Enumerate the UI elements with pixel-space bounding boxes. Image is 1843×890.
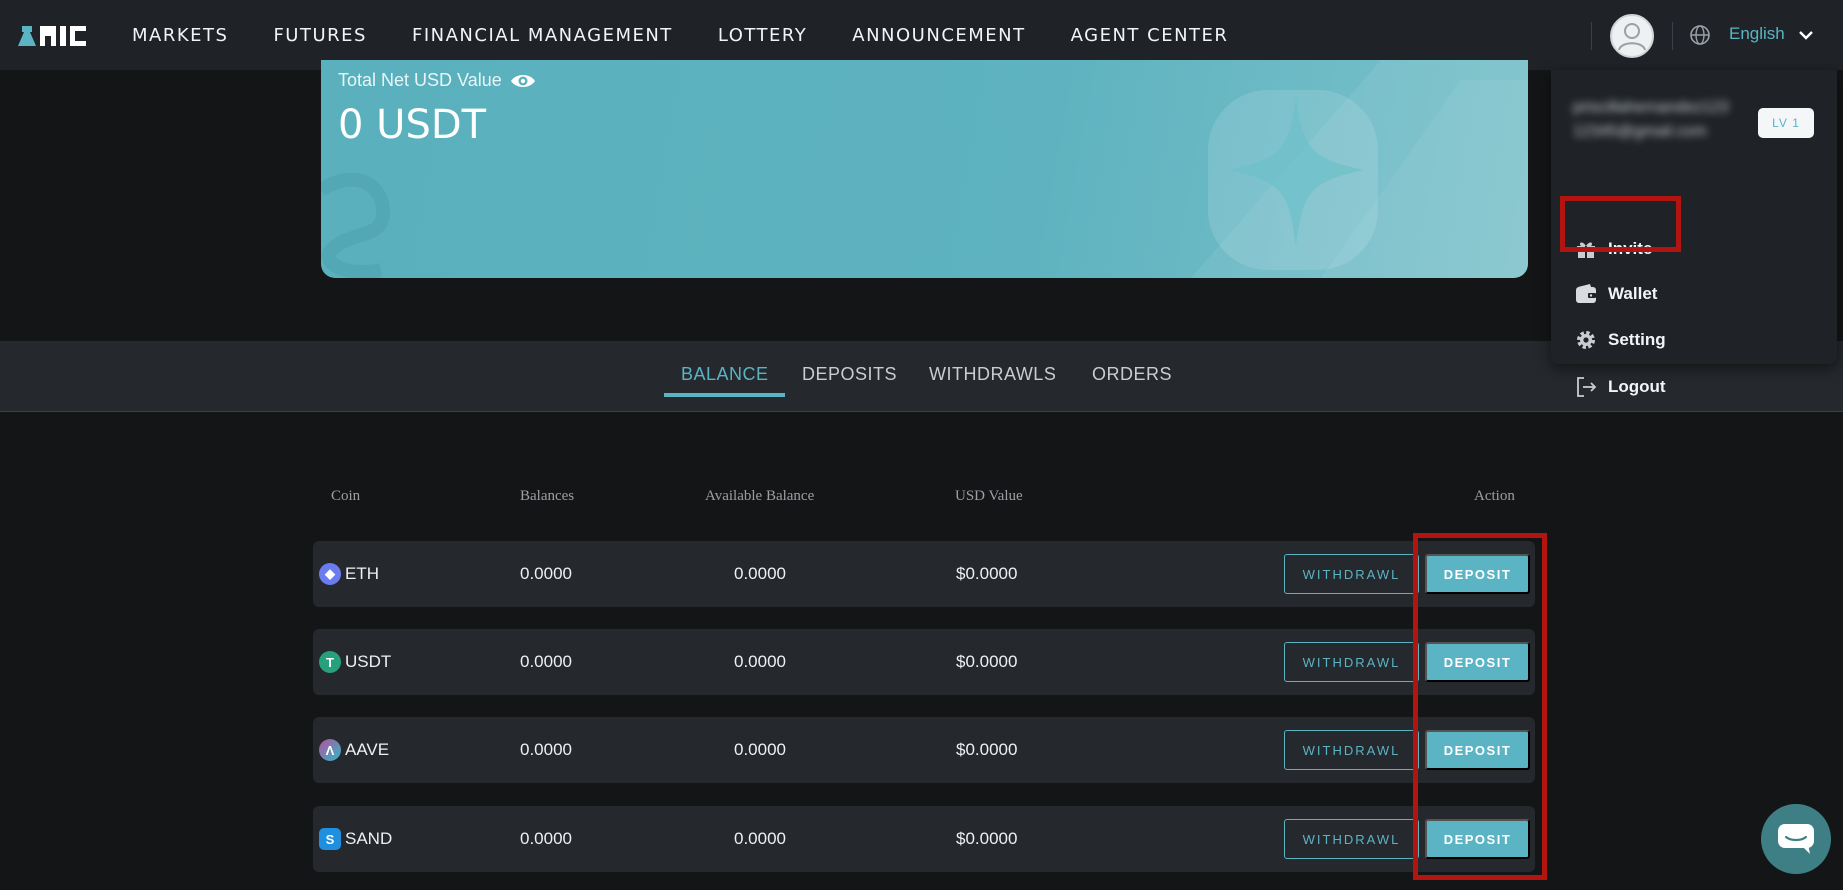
usd-value-cell: $0.0000 [956, 652, 1018, 671]
tab-balance[interactable]: BALANCE [681, 364, 769, 385]
table-row: T USDT 0.0000 0.0000 $0.0000 WITHDRAWL D… [313, 629, 1535, 695]
eye-icon[interactable] [510, 72, 536, 90]
user-email: priscillahernandez123 12345@gmail.com [1573, 96, 1729, 144]
tab-withdrawls[interactable]: WITHDRAWLS [929, 364, 1056, 385]
avatar[interactable] [1610, 14, 1654, 58]
gear-icon [1577, 331, 1595, 349]
menu-item-label: Logout [1608, 377, 1666, 396]
user-icon [1618, 23, 1646, 51]
coin-name: AAVE [345, 740, 390, 759]
menu-item-wallet[interactable]: Wallet [1574, 279, 1657, 309]
wallet-highlight [1560, 196, 1681, 252]
nav-markets[interactable]: MARKETS [132, 25, 228, 46]
nav-lottery[interactable]: LOTTERY [718, 25, 807, 46]
total-value-label: Total Net USD Value [338, 70, 536, 91]
menu-item-logout[interactable]: Logout [1574, 372, 1666, 402]
level-badge: LV 1 [1758, 108, 1814, 138]
header-coin: Coin [331, 488, 361, 504]
available-balance-cell: 0.0000 [734, 829, 786, 848]
menu-item-label: Setting [1608, 330, 1666, 349]
header-action: Action [1474, 488, 1515, 504]
menu-item-label: Wallet [1608, 284, 1658, 303]
tab-orders[interactable]: ORDERS [1092, 364, 1172, 385]
coin-cell: T USDT [319, 629, 391, 695]
balance-cell: 0.0000 [520, 652, 572, 671]
logo[interactable] [16, 22, 96, 48]
table-row: Λ AAVE 0.0000 0.0000 $0.0000 WITHDRAWL D… [313, 717, 1535, 783]
nav-divider [1591, 22, 1592, 50]
header-usd-value: USD Value [955, 488, 1023, 504]
available-balance-cell: 0.0000 [734, 564, 786, 583]
active-tab-indicator [664, 393, 785, 397]
nav-divider [1672, 22, 1673, 50]
nav-financial-management[interactable]: FINANCIAL MANAGEMENT [412, 25, 673, 46]
table-row: ◆ ETH 0.0000 0.0000 $0.0000 WITHDRAWL DE… [313, 541, 1535, 607]
nav-agent-center[interactable]: AGENT CENTER [1071, 25, 1229, 46]
header-balances: Balances [520, 488, 575, 504]
coin-cell: Λ AAVE [319, 717, 389, 783]
coin-cell: S SAND [319, 806, 392, 872]
tab-deposits[interactable]: DEPOSITS [802, 364, 897, 385]
withdraw-button[interactable]: WITHDRAWL [1284, 819, 1419, 859]
globe-icon[interactable] [1689, 24, 1711, 46]
nav-announcement[interactable]: ANNOUNCEMENT [852, 25, 1025, 46]
wallet-icon [1576, 284, 1596, 303]
user-email-line: 12345@gmail.com [1573, 123, 1707, 140]
deposit-column-highlight [1413, 533, 1547, 880]
sandbox-icon: S [319, 828, 341, 850]
total-value-title: Total Net USD Value [338, 70, 502, 90]
available-balance-cell: 0.0000 [734, 740, 786, 759]
coin-name: SAND [345, 829, 393, 848]
tether-icon: T [319, 651, 341, 673]
aave-icon: Λ [319, 739, 341, 761]
header-available-balance: Available Balance [705, 488, 815, 504]
balance-cell: 0.0000 [520, 564, 572, 583]
user-email-line: priscillahernandez123 [1573, 99, 1729, 116]
total-value-amount: 0 USDT [338, 102, 487, 148]
coin-cell: ◆ ETH [319, 541, 379, 607]
card-decoration [321, 60, 1528, 278]
logout-icon [1577, 377, 1597, 397]
chat-button[interactable] [1761, 804, 1831, 874]
ethereum-icon: ◆ [319, 563, 341, 585]
available-balance-cell: 0.0000 [734, 652, 786, 671]
chevron-down-icon[interactable] [1797, 26, 1815, 44]
language-selector[interactable]: English [1729, 24, 1785, 44]
menu-item-setting[interactable]: Setting [1574, 325, 1666, 355]
usd-value-cell: $0.0000 [956, 740, 1018, 759]
balance-cell: 0.0000 [520, 740, 572, 759]
coin-name: ETH [345, 564, 379, 583]
withdraw-button[interactable]: WITHDRAWL [1284, 642, 1419, 682]
table-row: S SAND 0.0000 0.0000 $0.0000 WITHDRAWL D… [313, 806, 1535, 872]
usd-value-cell: $0.0000 [956, 564, 1018, 583]
balance-cell: 0.0000 [520, 829, 572, 848]
nav-futures[interactable]: FUTURES [273, 25, 367, 46]
coin-name: USDT [345, 652, 392, 671]
withdraw-button[interactable]: WITHDRAWL [1284, 730, 1419, 770]
total-value-card: Total Net USD Value 0 USDT [321, 60, 1528, 278]
withdraw-button[interactable]: WITHDRAWL [1284, 554, 1419, 594]
chat-icon [1778, 824, 1814, 854]
usd-value-cell: $0.0000 [956, 829, 1018, 848]
